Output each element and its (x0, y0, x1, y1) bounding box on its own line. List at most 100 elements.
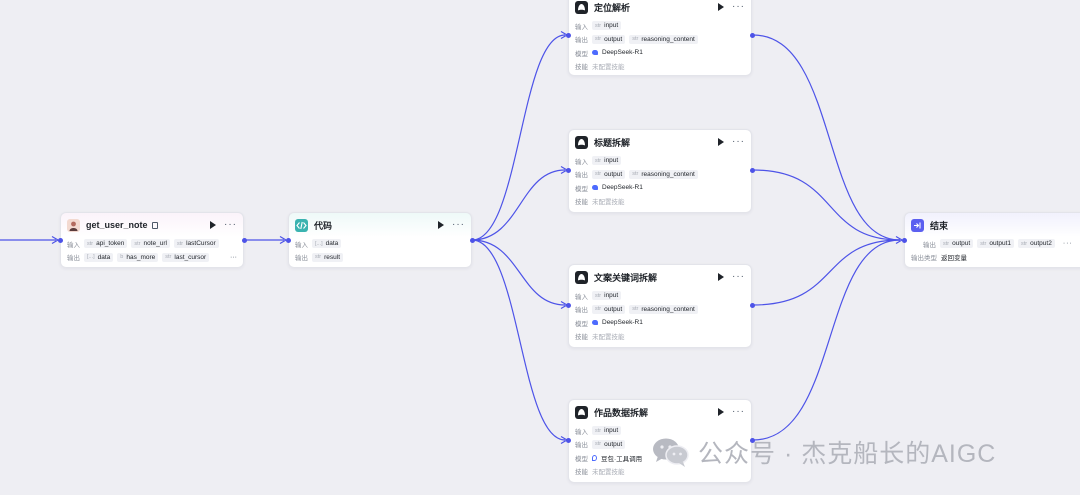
node-title: 作品数据拆解 (594, 407, 649, 418)
node-title: 文案关键词拆解 (594, 272, 658, 283)
param-tag: str output (592, 34, 626, 44)
model-label: 模型 (575, 320, 588, 328)
more-icon[interactable]: ··· (732, 272, 745, 282)
model-name: 豆包·工具调用 (601, 455, 643, 463)
run-icon[interactable] (438, 221, 444, 229)
run-icon[interactable] (718, 138, 724, 146)
skills-value: 未配置技能 (592, 64, 625, 72)
param-tag: str reasoning_content (629, 34, 698, 44)
inputs-row: 输入 str input (569, 289, 751, 303)
llm-2-output-port[interactable] (749, 167, 755, 173)
param-tag: str output1 (977, 239, 1015, 249)
param-tag: b has_more (117, 252, 159, 262)
param-tag: str note_url (131, 239, 170, 249)
skills-label: 技能 (575, 469, 588, 477)
deepseek-icon (592, 320, 598, 326)
inputs-label: 输入 (295, 241, 308, 249)
param-tag: str input (592, 156, 622, 166)
inputs-label: 输入 (575, 158, 588, 166)
param-tag: str reasoning_content (629, 169, 698, 179)
more-icon[interactable]: ··· (452, 220, 465, 230)
more-icon[interactable]: ··· (224, 220, 237, 230)
wechat-icon (653, 438, 689, 467)
param-tag: [...] data (312, 239, 342, 249)
run-icon[interactable] (210, 221, 216, 229)
run-icon[interactable] (718, 273, 724, 281)
inputs-label: 输入 (67, 241, 80, 249)
watermark: 公众号 · 杰克船长的AIGC (652, 434, 996, 470)
edge-code-to-llm-3 (471, 239, 566, 306)
code-node[interactable]: 代码 ··· 输入 [...] data 输出 str result (288, 212, 472, 268)
more-icon[interactable]: ··· (732, 407, 745, 417)
run-icon[interactable] (718, 408, 724, 416)
plugin-output-port[interactable] (241, 237, 247, 243)
outputs-row: 输出 [...] data b has_more str last_cursor ··… (61, 251, 243, 265)
deepseek-icon (592, 185, 598, 191)
llm-4-input-port[interactable] (565, 437, 571, 443)
code-input-port[interactable] (285, 237, 291, 243)
run-icon[interactable] (718, 3, 724, 11)
skills-label: 技能 (575, 334, 588, 342)
inputs-label: 输入 (575, 293, 588, 301)
skills-row: 技能 未配置技能 (569, 195, 751, 209)
model-label: 模型 (575, 455, 588, 463)
llm-1-input-port[interactable] (565, 32, 571, 38)
param-tag: str output (592, 304, 626, 314)
skills-label: 技能 (575, 199, 588, 207)
plugin-node[interactable]: get_user_note ··· 输入 str api_token str not… (60, 212, 244, 268)
llm-2-input-port[interactable] (565, 167, 571, 173)
more-params-icon[interactable]: ··· (230, 254, 237, 261)
param-tag: str input (592, 426, 622, 436)
edge-code-to-llm-2 (471, 169, 566, 241)
llm-node-1[interactable]: 定位解析 ··· 输入 str input 输出 str output str rea… (568, 0, 752, 76)
end-flag-icon (911, 218, 924, 232)
llm-node-3[interactable]: 文案关键词拆解 ··· 输入 str input 输出 str output str… (568, 264, 752, 348)
inputs-row: 输入 str input (569, 154, 751, 168)
workflow-canvas[interactable]: get_user_note ··· 输入 str api_token str not… (0, 0, 1080, 495)
node-header: 定位解析 ··· (569, 0, 751, 19)
param-tag: str result (312, 252, 344, 262)
outputs-row: 输出 str result (289, 251, 471, 265)
skills-value: 未配置技能 (592, 469, 625, 477)
plugin-input-port[interactable] (57, 237, 63, 243)
edge-llm-4-to-end (752, 239, 901, 441)
llm-3-output-port[interactable] (749, 302, 755, 308)
node-header: 文案关键词拆解 ··· (569, 265, 751, 289)
node-title: 定位解析 (594, 2, 631, 13)
param-tag: str output (592, 169, 626, 179)
model-label: 模型 (575, 185, 588, 193)
outputs-label: 输出 (295, 255, 308, 263)
node-title: get_user_note (86, 220, 148, 230)
llm-1-output-port[interactable] (749, 32, 755, 38)
llm-icon (575, 135, 588, 149)
inputs-row: 输入 str input (569, 19, 751, 33)
model-name: DeepSeek-R1 (602, 49, 643, 57)
end-input-port[interactable] (901, 237, 907, 243)
outputs-row: 输出 str output str reasoning_content (569, 303, 751, 317)
param-tag: str output (940, 239, 974, 249)
param-tag: str reasoning_content (629, 304, 698, 314)
document-icon (151, 221, 158, 229)
node-title: 结束 (930, 220, 949, 231)
inputs-row: 输入 [...] data (289, 237, 471, 251)
model-label: 模型 (575, 50, 588, 58)
outputs-label: 输出 (67, 255, 80, 263)
node-title: 代码 (314, 220, 333, 231)
edge-llm-1-to-end (752, 34, 901, 241)
outputs-row: 输出 str output str output1 str output2 ··· (905, 237, 1080, 251)
param-tag: str lastCursor (173, 239, 219, 249)
llm-node-2[interactable]: 标题拆解 ··· 输入 str input 输出 str output str rea… (568, 129, 752, 213)
output-type-row: 输出类型 返回变量 (905, 251, 1080, 265)
node-header: 代码 ··· (289, 213, 471, 237)
more-icon[interactable]: ··· (732, 137, 745, 147)
watermark-text: 公众号 · 杰克船长的AIGC (698, 440, 997, 468)
more-params-icon[interactable]: ··· (1063, 240, 1073, 248)
param-tag: str output2 (1018, 239, 1055, 249)
end-node[interactable]: 结束 输出 str output str output1 str output2 ··… (904, 212, 1080, 268)
llm-3-input-port[interactable] (565, 302, 571, 308)
code-output-port[interactable] (469, 237, 475, 243)
avatar-icon (67, 218, 80, 232)
node-header: 作品数据拆解 ··· (569, 400, 751, 424)
model-row: 模型 DeepSeek-R1 (569, 46, 751, 60)
more-icon[interactable]: ··· (732, 2, 745, 12)
